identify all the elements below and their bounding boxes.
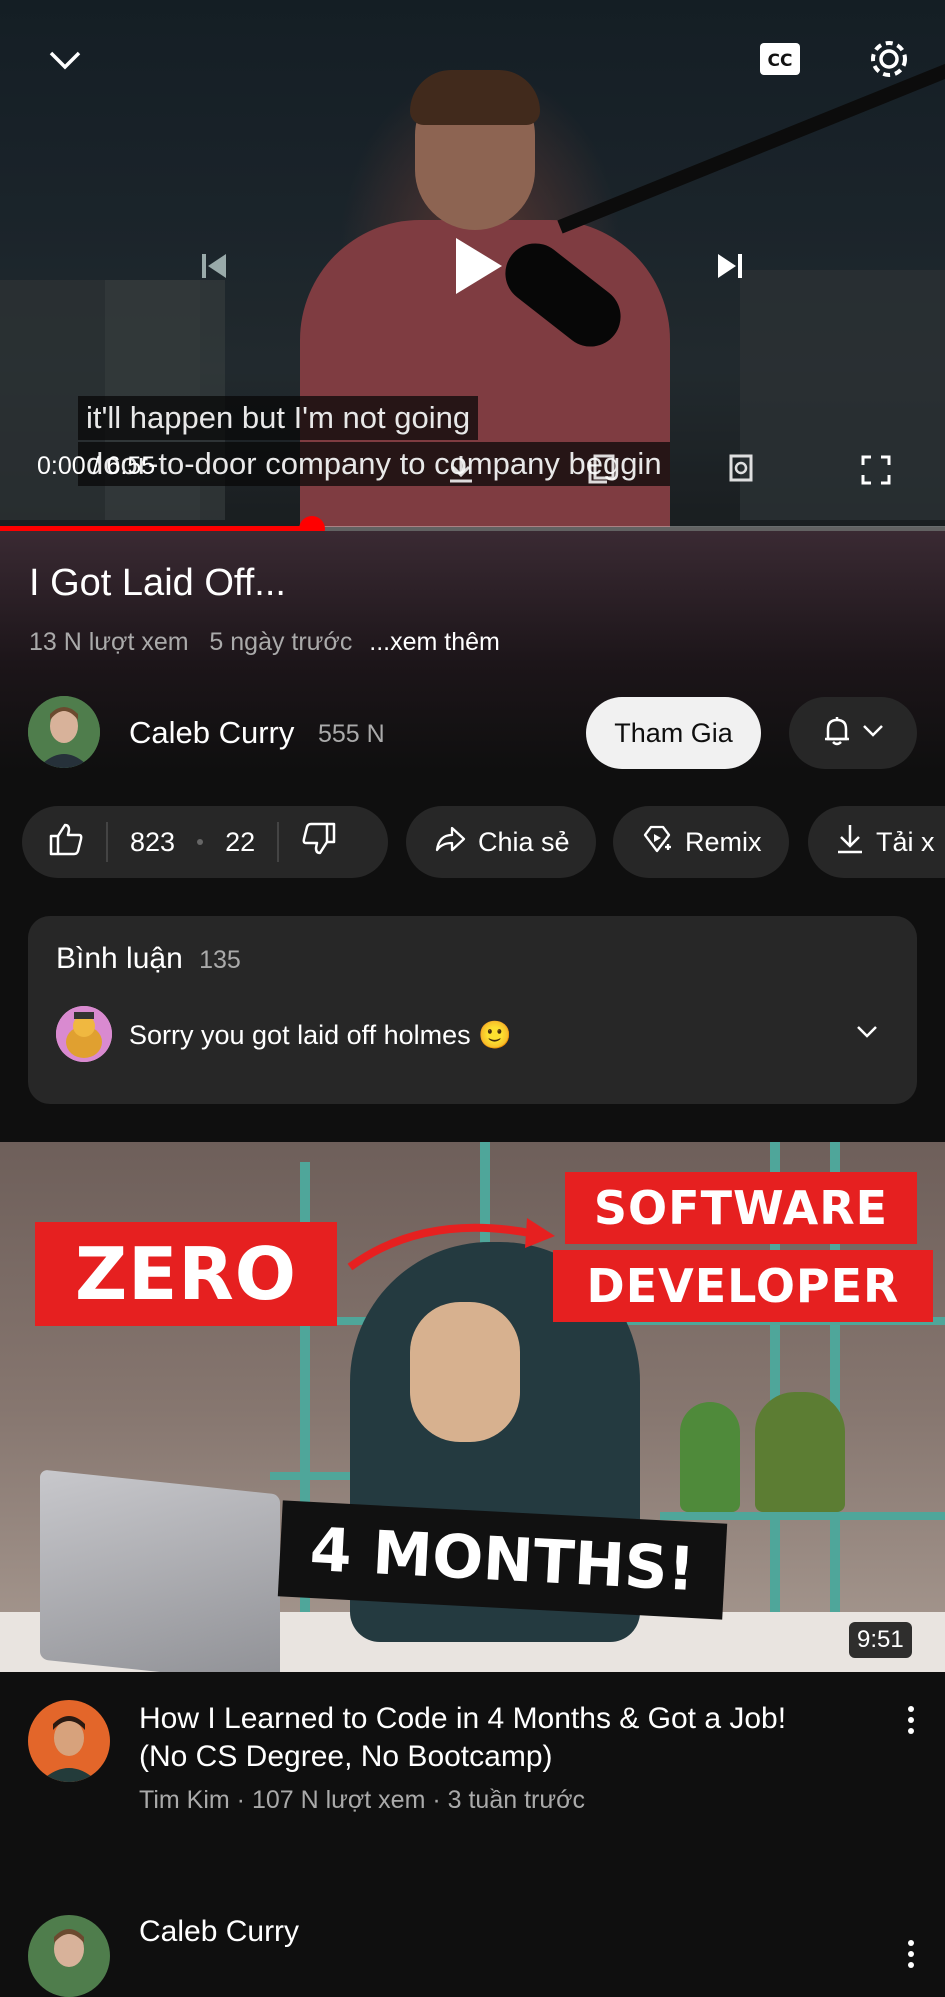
chevron-down-icon[interactable] xyxy=(40,40,90,80)
notification-button[interactable] xyxy=(789,697,917,769)
show-more-link[interactable]: ...xem thêm xyxy=(369,628,500,656)
timer-icon[interactable] xyxy=(722,452,756,486)
comments-header: Bình luận 135 xyxy=(56,942,241,976)
avatar[interactable] xyxy=(28,1700,110,1782)
copy-icon[interactable] xyxy=(584,452,618,486)
caption-line: it'll happen but I'm not going xyxy=(78,396,479,440)
remix-button[interactable]: Remix xyxy=(613,806,789,878)
more-options-icon[interactable] xyxy=(908,1940,914,1968)
video-meta: Tim Kim · 107 N lượt xem · 3 tuần trước xyxy=(139,1786,585,1814)
upload-age: 5 ngày trước xyxy=(209,628,353,656)
shelf xyxy=(660,1512,945,1520)
thumb-text-software: SOFTWARE xyxy=(565,1172,917,1244)
video-thumbnail[interactable]: ZERO SOFTWARE DEVELOPER 4 MONTHS! xyxy=(0,1142,945,1672)
share-icon xyxy=(434,825,466,860)
time-display: 0:00 / 6:55 xyxy=(37,452,156,480)
more-options-icon[interactable] xyxy=(908,1706,914,1734)
plant xyxy=(755,1392,845,1512)
avatar[interactable] xyxy=(28,1915,110,1997)
download-button[interactable]: Tải x xyxy=(808,806,945,878)
dot-separator xyxy=(197,839,204,845)
svg-text:CC: CC xyxy=(768,51,793,71)
comments-count: 135 xyxy=(199,946,241,974)
channel-name[interactable]: Caleb Curry xyxy=(129,715,294,751)
avatar[interactable] xyxy=(28,696,100,768)
cc-icon[interactable]: CC xyxy=(757,40,803,78)
divider xyxy=(277,822,280,862)
divider xyxy=(106,822,108,862)
join-button[interactable]: Tham Gia xyxy=(586,697,761,769)
remix-icon xyxy=(641,823,673,862)
skip-next-icon[interactable] xyxy=(712,248,748,284)
subscriber-count: 555 N xyxy=(318,720,385,748)
like-count[interactable]: 823 xyxy=(130,827,175,858)
skip-previous-icon[interactable] xyxy=(196,248,232,284)
download-icon[interactable] xyxy=(444,452,478,486)
top-comment-text: Sorry you got laid off holmes 🙂 xyxy=(129,1020,512,1050)
share-button[interactable]: Chia sẻ xyxy=(406,806,596,878)
thumb-text-developer: DEVELOPER xyxy=(553,1250,933,1322)
duration-badge: 9:51 xyxy=(849,1622,912,1658)
view-count: 13 N lượt xem xyxy=(29,628,189,656)
like-dislike-group: 823 22 xyxy=(22,806,388,878)
share-label: Chia sẻ xyxy=(478,826,570,857)
thumb-up-icon[interactable] xyxy=(48,822,84,863)
gear-icon[interactable] xyxy=(864,34,914,84)
comments-label: Bình luận xyxy=(56,942,183,975)
fullscreen-icon[interactable] xyxy=(858,452,894,488)
video-title[interactable]: I Got Laid Off... xyxy=(29,562,286,605)
video-player[interactable]: CC it'll happen but I'm not going door-t… xyxy=(0,0,945,527)
video-meta[interactable]: 13 N lượt xem 5 ngày trước ...xem thêm xyxy=(29,628,500,657)
dislike-count[interactable]: 22 xyxy=(225,827,255,858)
chevron-down-icon xyxy=(862,724,884,743)
thumb-text-zero: ZERO xyxy=(35,1222,337,1326)
chevron-down-icon[interactable] xyxy=(852,1020,882,1044)
caption-line: door-to-door company to company beggin xyxy=(78,442,670,486)
channel-name[interactable]: Caleb Curry xyxy=(139,1915,299,1949)
download-icon xyxy=(836,823,864,862)
video-title[interactable]: How I Learned to Code in 4 Months & Got … xyxy=(139,1700,839,1776)
remix-label: Remix xyxy=(685,826,762,857)
play-icon[interactable] xyxy=(448,232,508,300)
laptop xyxy=(40,1469,280,1672)
arrow-graphic xyxy=(345,1212,555,1271)
plant xyxy=(680,1402,740,1512)
person-face xyxy=(410,1302,520,1442)
bell-icon xyxy=(822,715,852,752)
download-label: Tải x xyxy=(876,826,935,857)
thumb-down-icon[interactable] xyxy=(301,822,337,863)
avatar xyxy=(56,1006,112,1062)
comments-panel[interactable]: Bình luận 135 Sorry you got laid off hol… xyxy=(28,916,917,1104)
